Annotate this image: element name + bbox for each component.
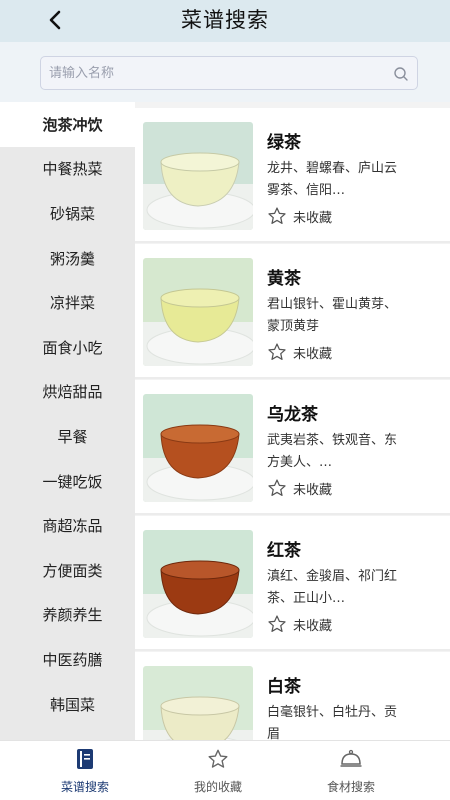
favorite-label: 未收藏 (293, 346, 333, 362)
tab-recipe-search[interactable]: 菜谱搜索 (10, 741, 160, 800)
favorite-label: 未收藏 (293, 618, 333, 634)
recipe-card[interactable]: 黄茶 君山银针、霍山黄芽、蒙顶黄芽 未收藏 (135, 244, 450, 379)
tab-label: 我的收藏 (193, 779, 242, 794)
recipe-desc: 白毫银针、白牡丹、贡眉 (267, 705, 398, 740)
sidebar-item-chinese-hot[interactable]: 中餐热菜 (0, 147, 135, 192)
search-input[interactable] (49, 57, 379, 89)
sidebar-item-tea[interactable]: 泡茶冲饮 (0, 102, 135, 147)
search-icon[interactable] (393, 66, 409, 82)
favorite-toggle[interactable]: 未收藏 (267, 342, 332, 362)
sidebar-item-medicinal[interactable]: 中医药膳 (0, 637, 135, 682)
recipe-card[interactable]: 白茶 白毫银针、白牡丹、贡眉 (135, 652, 450, 740)
sidebar-item-health[interactable]: 养颜养生 (0, 593, 135, 638)
star-outline-icon (267, 342, 287, 362)
favorite-toggle[interactable]: 未收藏 (267, 478, 332, 498)
sidebar-item-casserole[interactable]: 砂锅菜 (0, 191, 135, 236)
bottom-tab-bar: 菜谱搜索 我的收藏 食材搜索 (0, 740, 450, 800)
tab-ingredient-search[interactable]: 食材搜索 (276, 741, 426, 800)
star-icon (207, 748, 229, 774)
tab-my-favorites[interactable]: 我的收藏 (143, 741, 293, 800)
tea-image (143, 530, 253, 638)
header-bar: 菜谱搜索 (0, 0, 450, 42)
recipe-card[interactable]: 乌龙茶 武夷岩茶、铁观音、东方美人、… 未收藏 (135, 380, 450, 515)
recipe-title: 黄茶 (267, 269, 301, 289)
recipe-title: 红茶 (267, 541, 301, 561)
tea-image (143, 394, 253, 502)
recipe-title: 乌龙茶 (267, 405, 318, 425)
tea-image (143, 666, 253, 740)
page-title: 菜谱搜索 (181, 8, 269, 32)
category-sidebar: 泡茶冲饮 中餐热菜 砂锅菜 粥汤羹 凉拌菜 面食小吃 烘焙甜品 早餐 一键吃饭 … (0, 102, 135, 740)
sidebar-item-cold-dish[interactable]: 凉拌菜 (0, 280, 135, 325)
star-outline-icon (267, 206, 287, 226)
recipe-desc: 君山银针、霍山黄芽、蒙顶黄芽 (267, 297, 398, 334)
sidebar-item-breakfast[interactable]: 早餐 (0, 414, 135, 459)
sidebar-item-soup[interactable]: 粥汤羹 (0, 236, 135, 281)
recipe-desc: 武夷岩茶、铁观音、东方美人、… (267, 433, 398, 470)
sidebar-item-noodle-snack[interactable]: 面食小吃 (0, 325, 135, 370)
search-bar (0, 42, 450, 102)
favorite-toggle[interactable]: 未收藏 (267, 206, 332, 226)
recipe-desc: 滇红、金骏眉、祁门红茶、正山小… (267, 569, 398, 606)
sidebar-item-instant-noodles[interactable]: 方便面类 (0, 548, 135, 593)
favorite-toggle[interactable]: 未收藏 (267, 614, 332, 634)
sidebar-item-korean[interactable]: 韩国菜 (0, 682, 135, 727)
sidebar-item-quick-meal[interactable]: 一键吃饭 (0, 459, 135, 504)
recipe-desc: 龙井、碧螺春、庐山云雾茶、信阳… (267, 161, 398, 198)
recipe-card[interactable]: 红茶 滇红、金骏眉、祁门红茶、正山小… 未收藏 (135, 516, 450, 651)
sidebar-item-frozen[interactable]: 商超冻品 (0, 503, 135, 548)
cloche-icon (339, 748, 363, 774)
recipe-list: 绿茶 龙井、碧螺春、庐山云雾茶、信阳… 未收藏 黄茶 君山银针、霍山黄芽、蒙顶黄… (135, 102, 450, 740)
tab-label: 食材搜索 (326, 779, 375, 794)
star-outline-icon (267, 614, 287, 634)
book-icon (76, 748, 94, 774)
star-outline-icon (267, 478, 287, 498)
favorite-label: 未收藏 (293, 210, 333, 226)
search-box (40, 56, 418, 90)
favorite-label: 未收藏 (293, 482, 333, 498)
sidebar-item-baking[interactable]: 烘焙甜品 (0, 370, 135, 415)
recipe-title: 白茶 (267, 677, 301, 697)
tea-image (143, 122, 253, 230)
recipe-title: 绿茶 (267, 133, 301, 153)
tab-label: 菜谱搜索 (60, 779, 109, 794)
tea-image (143, 258, 253, 366)
recipe-card[interactable]: 绿茶 龙井、碧螺春、庐山云雾茶、信阳… 未收藏 (135, 108, 450, 243)
